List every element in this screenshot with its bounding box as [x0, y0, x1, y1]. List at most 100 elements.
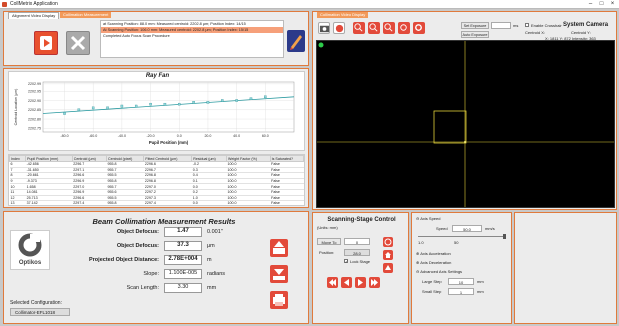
close-icon[interactable]: ×	[607, 0, 618, 9]
fit-button[interactable]	[383, 22, 395, 34]
camera-button[interactable]	[318, 22, 330, 34]
object-defocus-label: Object Defocus:	[116, 229, 159, 235]
speed-slider-thumb[interactable]	[503, 234, 506, 239]
tab-collimation-video[interactable]: Collimation Video Display	[317, 12, 369, 18]
data-point	[120, 104, 124, 108]
speed-slider[interactable]	[418, 236, 506, 237]
camera-title: System Camera	[563, 22, 609, 28]
table-row[interactable]: 13 37.142 2297.4 955.8 2297.4 0.0 100.0 False	[9, 200, 304, 205]
axis-deceleration-header[interactable]: ⊕ Axis Deceleration	[416, 260, 451, 265]
advanced-settings-label: Advanced Axis Settings	[420, 269, 463, 274]
center-button[interactable]	[398, 22, 410, 34]
exposure-unit: ms	[513, 23, 519, 28]
centroid-x-label: Centroid X:	[525, 30, 546, 35]
slope-value: 1.100E-005	[164, 269, 202, 279]
printer-icon	[273, 294, 285, 306]
enable-crosshair-checkbox[interactable]	[525, 23, 529, 27]
slider-min: 1.0	[418, 240, 424, 245]
scan-length-label: Scan Length:	[126, 285, 159, 291]
minimize-icon[interactable]: –	[585, 0, 596, 9]
axis-acceleration-label: Axis Acceleration	[420, 251, 451, 256]
y-tick-label: 2202.85	[28, 108, 41, 112]
step-forward-small-button[interactable]	[355, 277, 366, 288]
set-exposure-button[interactable]: Set Exposure	[461, 22, 489, 29]
step-forward-large-button[interactable]	[369, 277, 380, 288]
object-defocus2-value: 37.3	[164, 241, 202, 251]
tab-alignment-video[interactable]: Alignment Video Display	[8, 12, 60, 19]
table-cell: 2297.4	[143, 200, 192, 205]
data-point	[249, 97, 253, 100]
axis-acceleration-header[interactable]: ⊕ Axis Acceleration	[416, 251, 451, 256]
data-point	[134, 104, 138, 108]
camera-icon	[319, 25, 330, 33]
x-axis-label: Pupil Position (mm)	[149, 140, 189, 145]
small-step-input[interactable]: 1	[448, 288, 474, 295]
data-point	[178, 102, 181, 106]
lock-stage-checkbox[interactable]: ✓	[344, 259, 348, 264]
large-step-label: Large Step	[422, 279, 442, 284]
run-measurement-button[interactable]	[34, 31, 58, 55]
scan-length-value: 3.30	[164, 283, 202, 293]
plot-area	[42, 81, 295, 133]
save-results-button[interactable]	[270, 265, 288, 283]
config-field[interactable]: Collimator-EFL1018	[10, 308, 70, 316]
object-defocus2-label: Object Defocus:	[116, 243, 159, 249]
axis-speed-header[interactable]: ⊖ Axis Speed	[416, 216, 440, 221]
print-results-button[interactable]	[270, 291, 288, 309]
projected-distance-label: Projected Object Distance:	[89, 257, 159, 263]
home-stage-button[interactable]	[383, 250, 393, 260]
table-cell: 2297.4	[72, 200, 107, 205]
x-tick-label: 20.0	[204, 134, 211, 138]
position-value: 28.0	[344, 249, 370, 256]
x-tick-label: -60.0	[89, 134, 97, 138]
data-point	[206, 101, 210, 104]
up-stage-button[interactable]	[383, 263, 393, 273]
exposure-input[interactable]	[491, 22, 511, 29]
pencil-icon	[287, 30, 305, 52]
speed-input[interactable]: 50.0	[452, 225, 482, 232]
y-tick-label: 2202.99	[28, 82, 41, 86]
empty-panel	[514, 212, 617, 324]
large-step-unit: mm	[477, 279, 484, 284]
export-results-button[interactable]	[270, 239, 288, 257]
object-defocus2-unit: μm	[207, 243, 215, 249]
move-to-input[interactable]: 0	[344, 238, 370, 245]
stop-stage-button[interactable]	[383, 237, 393, 247]
enable-crosshair-label: Enable Crosshair	[531, 23, 562, 28]
stop-icon	[384, 238, 392, 246]
zoom-out-icon	[369, 23, 378, 32]
tab-collimation-measurement[interactable]: Collimation Measurement	[60, 12, 112, 18]
title-bar: CollMetrix Application – □ ×	[0, 0, 619, 9]
slope-unit: radians	[207, 271, 226, 277]
ray-fan-plot: 2202.99 2202.95 2202.90 2202.85 2202.80 2202.…	[14, 81, 295, 145]
x-tick-label: -20.0	[146, 134, 154, 138]
advanced-settings-header[interactable]: ⊖ Advanced Axis Settings	[416, 269, 462, 274]
data-point	[192, 101, 195, 104]
projected-distance-value: 2.78E+004	[164, 255, 202, 265]
object-defocus-value: 1.47	[164, 227, 202, 237]
auto-exposure-button[interactable]: Auto Exposure	[461, 31, 489, 38]
y-tick-label: 2202.90	[28, 99, 41, 103]
step-back-large-button[interactable]	[327, 277, 338, 288]
record-button[interactable]	[333, 22, 345, 34]
results-table[interactable]: Index Pupil Position (mm) Centroid (μm) Cen…	[8, 154, 305, 206]
zoom-in-button[interactable]	[353, 22, 365, 34]
step-back-small-button[interactable]	[341, 277, 352, 288]
y-tick-label: 2202.80	[28, 117, 41, 121]
projected-distance-unit: m	[207, 257, 212, 263]
table-cell: 13	[9, 200, 26, 205]
table-cell: 37.142	[25, 200, 73, 205]
roi-box[interactable]	[433, 110, 467, 144]
small-step-label: Small Step	[422, 289, 442, 294]
maximize-icon[interactable]: □	[596, 0, 607, 9]
stop-measurement-button[interactable]	[66, 31, 90, 55]
settings-button[interactable]	[413, 22, 425, 34]
measurement-log[interactable]: at Scanning Position: 88.0 mm: Measured …	[100, 20, 284, 58]
y-tick-label: 2202.75	[28, 127, 41, 131]
move-to-button[interactable]: Move To	[317, 238, 341, 245]
object-defocus-unit: 0.001"	[207, 229, 223, 235]
zoom-out-button[interactable]	[368, 22, 380, 34]
camera-view[interactable]	[316, 40, 615, 208]
large-step-input[interactable]: 10	[448, 278, 474, 285]
edit-config-button[interactable]	[287, 30, 305, 52]
